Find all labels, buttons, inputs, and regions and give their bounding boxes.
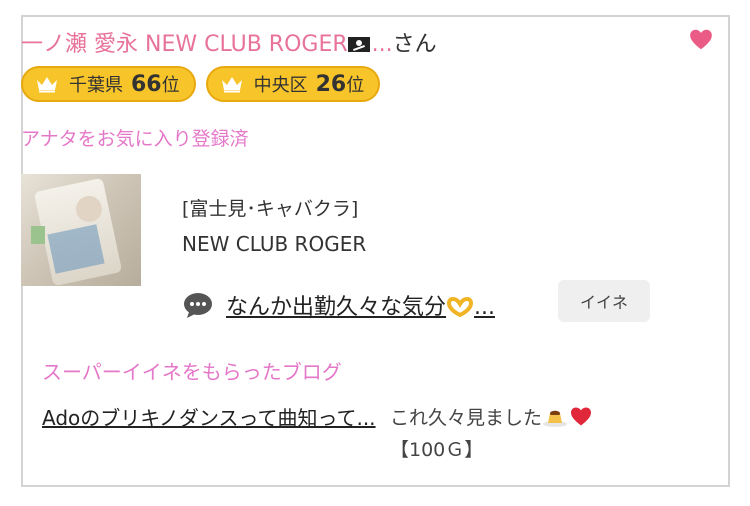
comment-text: これ久々見ました xyxy=(390,407,543,429)
crown-icon xyxy=(37,77,57,93)
rank-unit: 位 xyxy=(346,75,365,96)
red-heart-emoji-icon xyxy=(571,407,592,426)
super-iine-label: スーパーイイネをもらったブログ xyxy=(42,360,342,384)
pirate-flag-icon xyxy=(347,37,370,52)
rank-number: 66 xyxy=(131,71,162,97)
rank-number: 26 xyxy=(315,71,347,97)
name-ellipsis: ... xyxy=(371,32,393,57)
heart-icon[interactable] xyxy=(688,26,714,52)
rank-badge-chuo[interactable]: 中央区 26 位 xyxy=(205,66,381,102)
member-header: 一ノ瀬 愛永 NEW CLUB ROGER ...さん xyxy=(21,26,437,58)
shop-name[interactable]: NEW CLUB ROGER xyxy=(182,232,366,256)
blog-title-text: なんか出勤久々な気分 xyxy=(226,295,447,320)
ranking-badges: 千葉県 66 位 中央区 26 位 xyxy=(21,66,381,102)
rank-area: 中央区 xyxy=(253,75,308,96)
blog-thumbnail[interactable] xyxy=(21,174,141,286)
honorific: さん xyxy=(392,32,437,57)
super-iine-comment: これ久々見ました 【100Ｇ】 xyxy=(390,402,594,466)
rank-badge-chiba[interactable]: 千葉県 66 位 xyxy=(21,66,196,102)
shop-area-genre: [富士見･キャバクラ] xyxy=(182,198,359,220)
member-name[interactable]: 一ノ瀬 愛永 NEW CLUB ROGER xyxy=(21,32,348,57)
points-text: 【100Ｇ】 xyxy=(390,439,484,461)
rank-area: 千葉県 xyxy=(69,75,123,96)
latest-blog-link[interactable]: なんか出勤久々な気分 ... xyxy=(226,289,495,321)
super-iine-blog-link[interactable]: Adoのブリキノダンスって曲知って... xyxy=(42,402,378,434)
pudding-emoji-icon xyxy=(543,410,568,427)
favorite-status: アナタをお気に入り登録済 xyxy=(21,128,249,150)
rank-unit: 位 xyxy=(161,75,180,96)
heart-hands-emoji-icon xyxy=(447,297,474,317)
crown-icon xyxy=(221,77,242,93)
speech-bubble-icon xyxy=(184,293,212,318)
iine-button[interactable]: イイネ xyxy=(558,280,650,322)
blog-title-ellipsis: ... xyxy=(474,295,495,320)
